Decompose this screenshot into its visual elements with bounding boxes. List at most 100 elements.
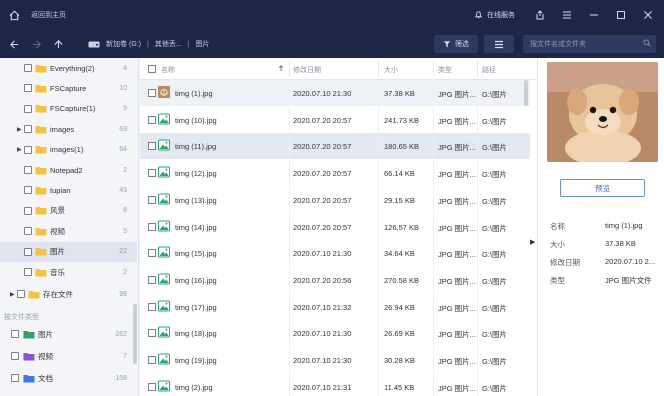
sidebar-folder-item[interactable]: 视频 5 <box>0 221 137 241</box>
file-row[interactable]: timg (19).jpg 2020.07.10 21:30 30.28 KB … <box>140 347 530 373</box>
file-size: 180.65 KB <box>384 142 420 152</box>
file-row[interactable]: timg (17).jpg 2020.07.10 21:32 26.94 KB … <box>140 293 530 320</box>
type-checkbox[interactable] <box>11 330 19 338</box>
arrow-right-icon <box>32 39 41 49</box>
file-size: 34.64 KB <box>384 249 415 259</box>
file-row[interactable]: timg (10).jpg 2020.07.20 20:57 241.73 KB… <box>140 106 530 133</box>
row-checkbox[interactable] <box>148 356 156 364</box>
file-row[interactable]: timg (1).jpg 2020.07.10 21:30 37.38 KB J… <box>140 80 530 106</box>
expand-arrow-icon[interactable]: ▶ <box>17 126 22 133</box>
folder-checkbox[interactable] <box>24 145 32 154</box>
folder-checkbox[interactable] <box>24 64 32 72</box>
row-checkbox[interactable] <box>148 302 156 311</box>
collapse-panel-arrow-icon[interactable]: ▶ <box>530 238 535 246</box>
folder-count: 8 <box>123 207 127 215</box>
folder-checkbox[interactable] <box>24 227 32 236</box>
home-icon[interactable] <box>7 8 21 22</box>
sidebar-folder-item[interactable]: FSCapture(1) 9 <box>0 99 137 119</box>
folder-label: 音乐 <box>50 267 65 277</box>
folder-icon <box>35 186 47 195</box>
sidebar-type-item[interactable]: 文档 158 <box>0 368 137 388</box>
folder-checkbox[interactable] <box>24 206 32 215</box>
folder-checkbox[interactable] <box>24 247 32 256</box>
menu-button[interactable] <box>556 4 578 26</box>
export-button[interactable] <box>529 4 551 26</box>
file-row[interactable]: timg (18).jpg 2020.07.10 21:30 26.69 KB … <box>140 320 530 347</box>
preview-button[interactable]: 预览 <box>560 179 645 197</box>
sidebar-scrollbar[interactable] <box>133 304 137 364</box>
folder-count: 5 <box>123 227 127 235</box>
expand-arrow-icon[interactable]: ▶ <box>10 291 15 298</box>
folder-checkbox[interactable] <box>24 268 32 276</box>
filter-button[interactable]: 筛选 <box>434 35 478 53</box>
type-checkbox[interactable] <box>11 374 19 382</box>
column-type[interactable]: 类型 <box>438 65 452 75</box>
sidebar-folder-item[interactable]: Everything(2) 4 <box>0 58 137 78</box>
file-row[interactable]: timg (15).jpg 2020.07.10 21:30 34.64 KB … <box>140 240 530 267</box>
column-divider[interactable] <box>477 61 478 77</box>
row-checkbox[interactable] <box>148 115 156 124</box>
minimize-button[interactable] <box>583 4 605 26</box>
expand-arrow-icon[interactable]: ▶ <box>17 146 22 153</box>
row-checkbox[interactable] <box>148 382 156 391</box>
file-row[interactable]: timg (16).jpg 2020.07.20 20:56 270.58 KB… <box>140 266 530 293</box>
file-row[interactable]: timg (14).jpg 2020.07.20 20:57 126.57 KB… <box>140 213 530 240</box>
view-menu-button[interactable] <box>484 35 514 53</box>
file-row[interactable]: timg (12).jpg 2020.07.20 20:57 66.14 KB … <box>140 160 530 187</box>
up-button[interactable] <box>50 36 66 52</box>
column-name[interactable]: 名称 <box>161 65 175 75</box>
folder-checkbox[interactable] <box>17 290 25 299</box>
file-row[interactable]: timg (11).jpg 2020.07.20 20:57 180.65 KB… <box>140 133 530 160</box>
back-to-home-link[interactable]: 返回到主页 <box>31 10 66 20</box>
sidebar-type-item[interactable]: 图片 262 <box>0 324 137 344</box>
close-button[interactable] <box>637 4 659 26</box>
row-checkbox[interactable] <box>148 222 156 231</box>
online-support-button[interactable]: 在线服务 <box>474 10 515 21</box>
folder-checkbox[interactable] <box>24 125 32 134</box>
file-row[interactable]: timg (13).jpg 2020.07.20 20:57 29.15 KB … <box>140 186 530 213</box>
row-checkbox[interactable] <box>148 142 156 151</box>
row-checkbox[interactable] <box>148 195 156 204</box>
file-path: G:\图片 <box>482 196 508 206</box>
column-date[interactable]: 修改日期 <box>293 65 321 75</box>
forward-button[interactable] <box>28 36 44 52</box>
row-checkbox[interactable] <box>148 249 156 258</box>
back-button[interactable] <box>6 36 22 52</box>
breadcrumb-item-other[interactable]: 其他丢... <box>155 39 182 49</box>
row-checkbox[interactable] <box>148 89 156 97</box>
sidebar-folder-item[interactable]: Notepad2 2 <box>0 160 137 180</box>
maximize-button[interactable] <box>610 4 632 26</box>
sidebar-folder-item[interactable]: 图片 22 <box>0 241 137 262</box>
sidebar-folder-item[interactable]: ▶ images 63 <box>0 119 137 139</box>
sidebar-folder-item[interactable]: ▶ images(1) 64 <box>0 140 137 160</box>
column-divider[interactable] <box>378 61 379 77</box>
column-divider[interactable] <box>289 61 290 77</box>
column-path[interactable]: 路径 <box>482 65 496 75</box>
file-row[interactable]: timg (2).jpg 2020.07.10 21:31 11.45 KB J… <box>140 373 530 396</box>
breadcrumb-item-drive[interactable]: 新加卷 (G:) <box>106 39 141 49</box>
type-checkbox[interactable] <box>11 352 19 360</box>
sidebar-folder-item[interactable]: 音乐 2 <box>0 262 137 282</box>
file-size: 26.69 KB <box>384 329 415 339</box>
row-checkbox[interactable] <box>148 275 156 284</box>
sidebar-folder-item[interactable]: FSCapture 10 <box>0 78 137 98</box>
file-date: 2020.07.20 20:57 <box>293 222 352 232</box>
row-checkbox[interactable] <box>148 329 156 338</box>
folder-checkbox[interactable] <box>24 104 32 113</box>
folder-checkbox[interactable] <box>24 84 32 93</box>
sort-ascending-icon[interactable] <box>278 65 284 74</box>
sidebar-type-item[interactable]: 视频 7 <box>0 346 137 366</box>
file-list-scrollbar[interactable] <box>524 80 528 106</box>
sidebar-folder-item[interactable]: tupian 43 <box>0 180 137 200</box>
folder-checkbox[interactable] <box>24 166 32 174</box>
column-divider[interactable] <box>433 61 434 77</box>
folder-checkbox[interactable] <box>24 186 32 195</box>
search-icon[interactable] <box>643 39 651 49</box>
column-size[interactable]: 大小 <box>384 65 398 75</box>
select-all-checkbox[interactable] <box>148 65 156 73</box>
sidebar-parent-folder[interactable]: ▶ 存在文件 98 <box>0 284 137 304</box>
search-input[interactable]: 搜文件名或文件夹 <box>523 35 656 53</box>
sidebar-folder-item[interactable]: 风景 8 <box>0 201 137 221</box>
row-checkbox[interactable] <box>148 169 156 178</box>
breadcrumb-item-current[interactable]: 图片 <box>196 39 210 49</box>
